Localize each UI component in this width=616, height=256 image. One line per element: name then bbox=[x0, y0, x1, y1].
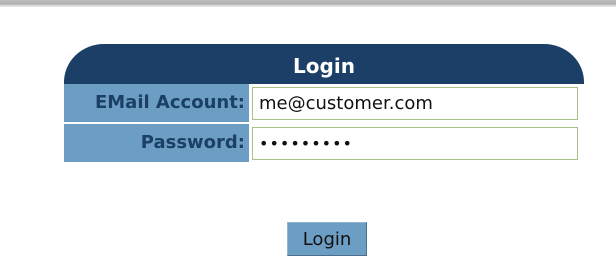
password-label: Password: bbox=[64, 124, 249, 162]
email-field[interactable] bbox=[252, 86, 578, 120]
password-field-cell bbox=[249, 124, 584, 162]
email-field-cell bbox=[249, 84, 584, 122]
login-button[interactable]: Login bbox=[287, 222, 367, 256]
email-row: EMail Account: bbox=[64, 84, 584, 123]
password-field[interactable] bbox=[252, 126, 578, 160]
password-row: Password: bbox=[64, 124, 584, 163]
login-panel-title: Login bbox=[64, 44, 584, 84]
login-page: Login EMail Account: Password: Login bbox=[0, 0, 616, 256]
top-divider bbox=[0, 0, 616, 7]
email-label: EMail Account: bbox=[64, 84, 249, 122]
login-panel: Login EMail Account: Password: bbox=[64, 44, 584, 163]
